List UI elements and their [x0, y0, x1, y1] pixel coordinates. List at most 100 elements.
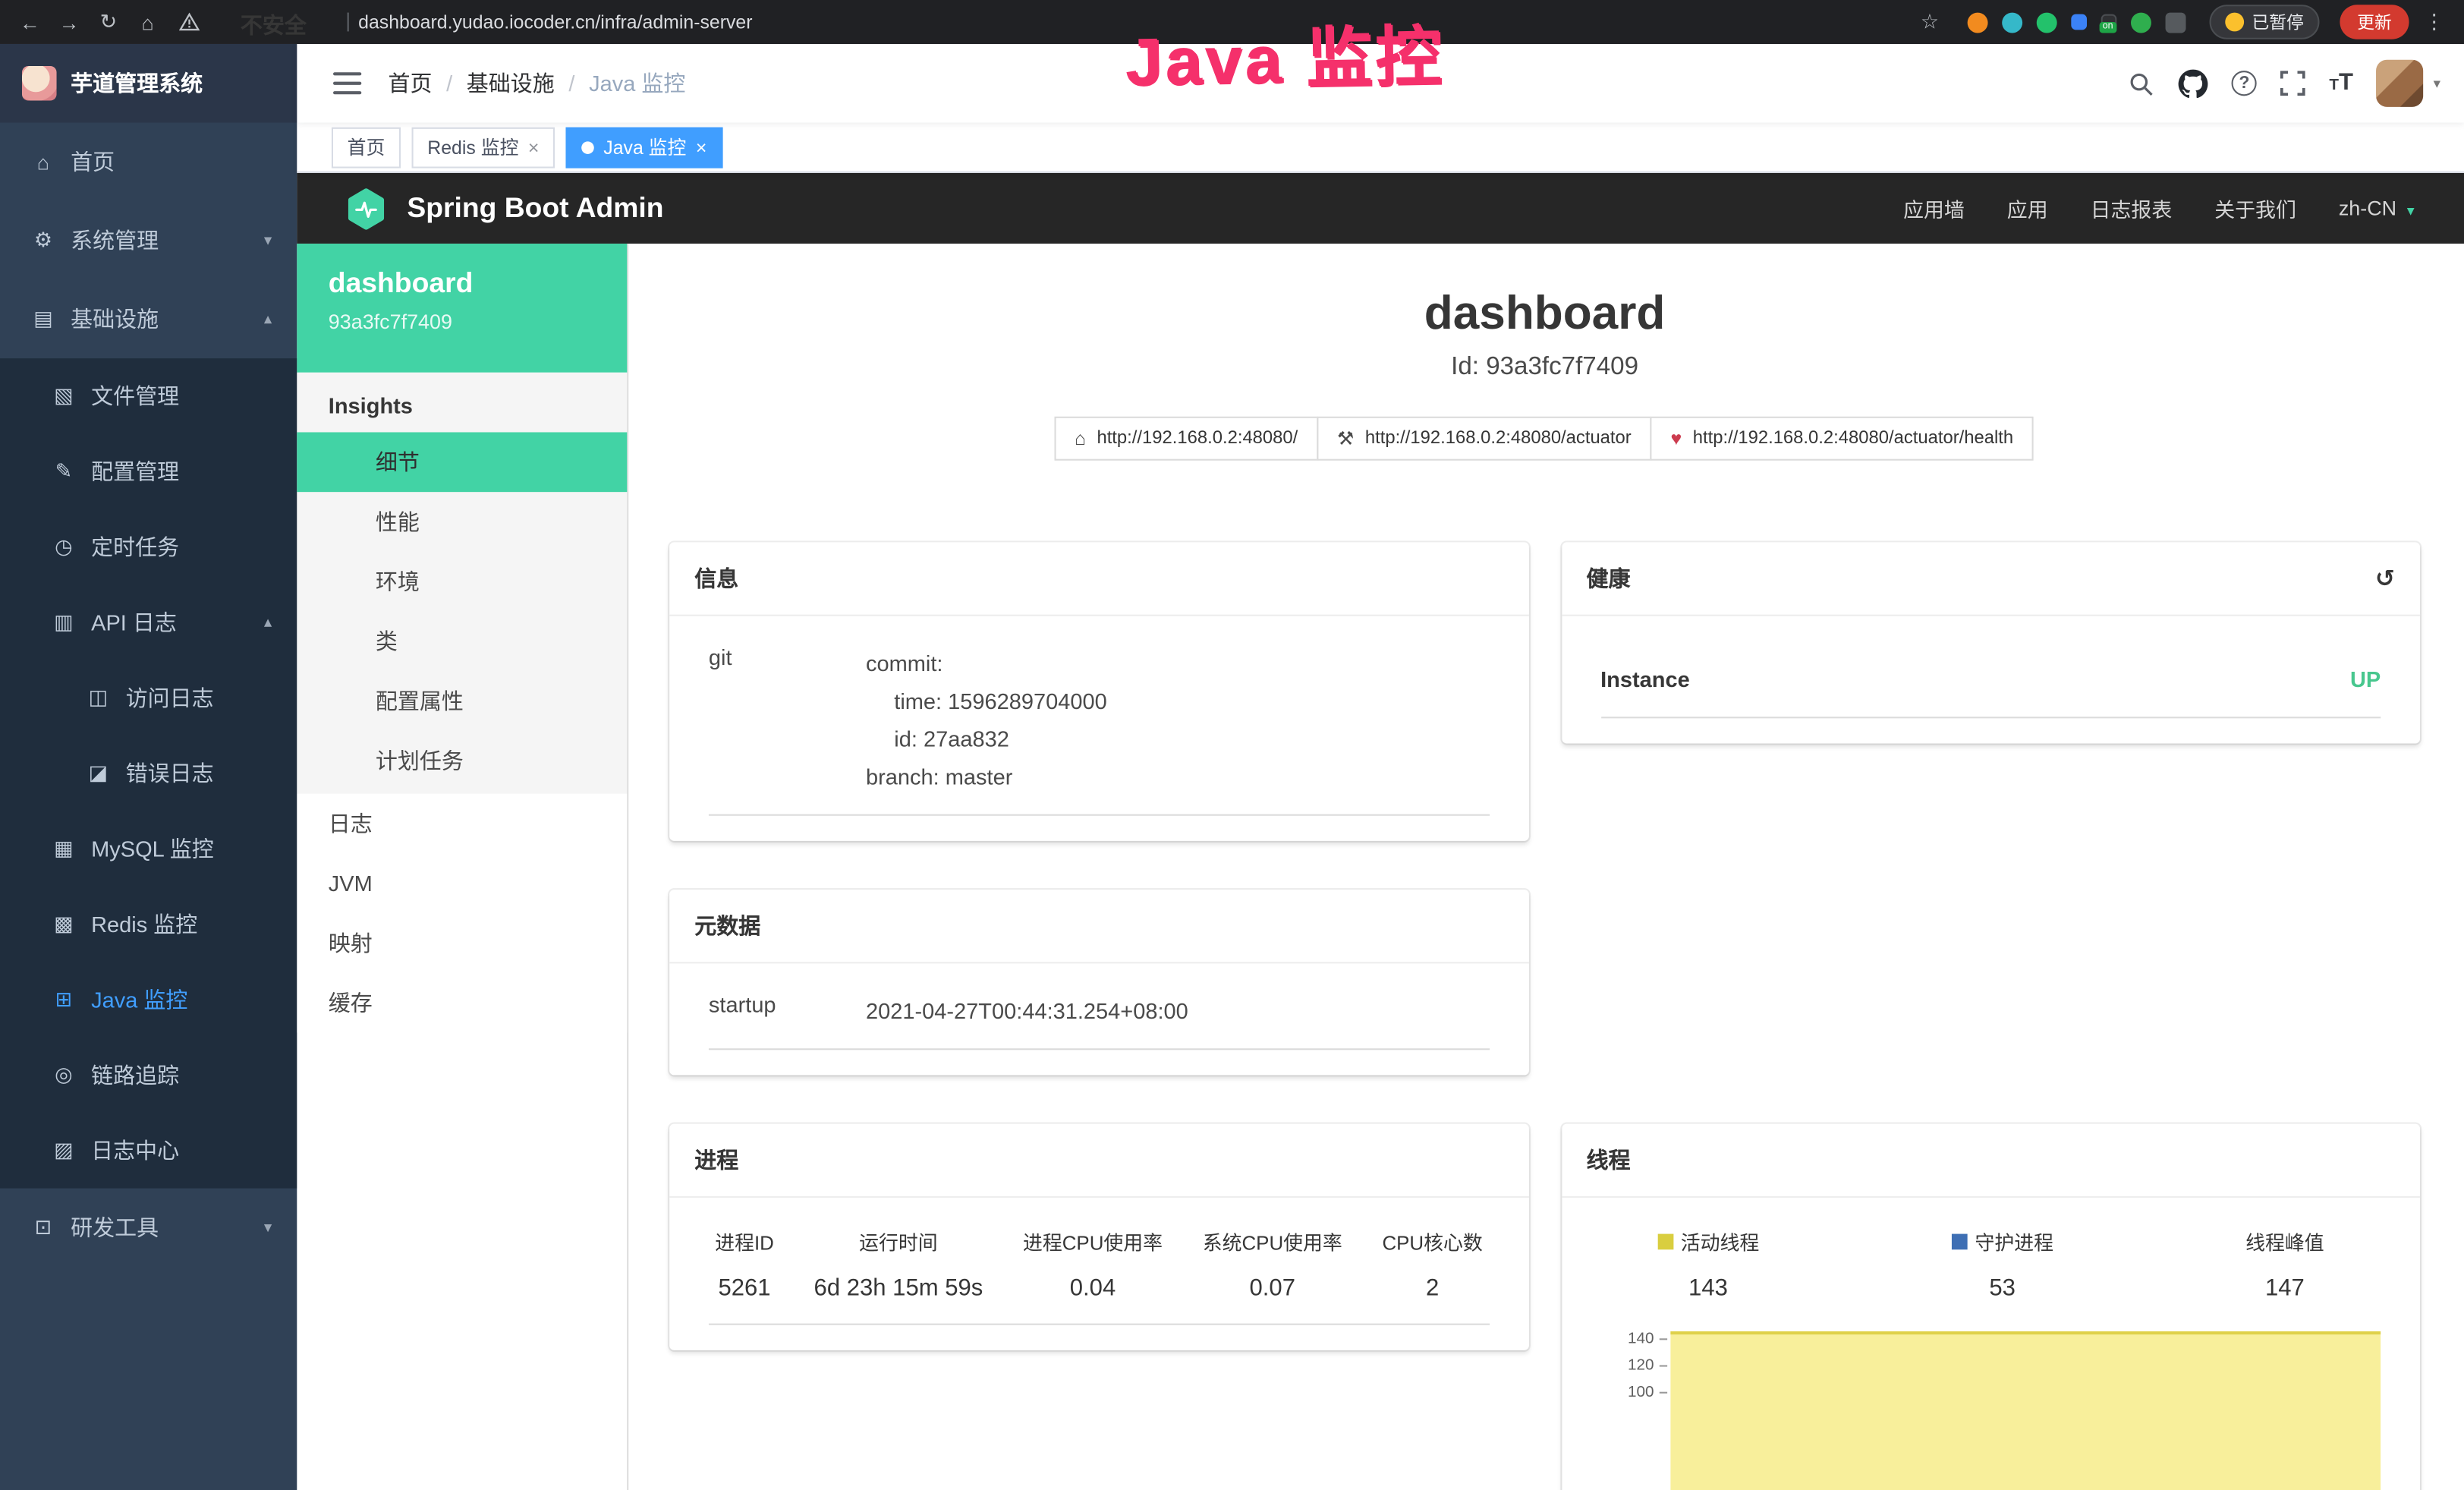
- font-size-icon[interactable]: [2329, 69, 2353, 97]
- sidebar-item-devtools[interactable]: ⊡ 研发工具: [0, 1189, 297, 1268]
- sba-frame: Spring Boot Admin 应用墙 应用 日志报表 关于我们 zh-CN: [297, 173, 2464, 1490]
- sidebar-item-java-monitor[interactable]: ⊞ Java 监控: [0, 962, 297, 1037]
- sba-nav-journal[interactable]: 日志报表: [2091, 194, 2173, 223]
- divider: [348, 13, 349, 32]
- github-icon[interactable]: [2179, 68, 2208, 98]
- metadata-card: 元数据 startup 2021-04-27T00:44:31.254+08:0…: [669, 890, 1528, 1075]
- extension-icon[interactable]: [1968, 12, 1988, 33]
- app-logo-row[interactable]: 芋道管理系统: [0, 44, 297, 123]
- table-row[interactable]: Instance UP: [1600, 654, 2381, 718]
- sba-instance-id: 93a3fc7f7409: [329, 310, 596, 333]
- threads-card: 线程 活动线程 1: [1561, 1124, 2420, 1490]
- tag-java-monitor[interactable]: Java 监控: [566, 127, 722, 168]
- user-menu[interactable]: [2377, 60, 2440, 107]
- metadata-key: startup: [709, 992, 866, 1030]
- avatar[interactable]: [2377, 60, 2424, 107]
- extension-icon[interactable]: [2002, 12, 2022, 33]
- warning-icon: [179, 13, 200, 32]
- bookmark-star-icon[interactable]: [1915, 8, 1943, 36]
- sba-item-logfile[interactable]: 日志: [297, 794, 627, 854]
- gear-icon: ⚙: [31, 228, 55, 253]
- back-icon[interactable]: [16, 8, 44, 36]
- process-card-body: 进程ID 5261 运行时间 6d 23h 15m 59s: [669, 1198, 1528, 1350]
- threads-legend: 活动线程 143 守护进程: [1600, 1226, 2381, 1301]
- live-threads-area: [1669, 1331, 2381, 1490]
- sidebar-item-file[interactable]: ▧ 文件管理: [0, 358, 297, 433]
- sidebar-item-redis[interactable]: ▩ Redis 监控: [0, 887, 297, 962]
- sba-nav-wall[interactable]: 应用墙: [1903, 194, 1965, 223]
- sidebar-item-infra[interactable]: ▤ 基础设施: [0, 280, 297, 359]
- sidebar-item-job[interactable]: ◷ 定时任务: [0, 509, 297, 584]
- sba-locale-select[interactable]: zh-CN: [2339, 197, 2417, 220]
- forward-icon[interactable]: [55, 8, 83, 36]
- sidebar-item-log-center[interactable]: ▨ 日志中心: [0, 1113, 297, 1188]
- legend-swatch-yellow: [1657, 1233, 1673, 1249]
- chrome-menu-icon[interactable]: [2420, 8, 2448, 36]
- sba-item-classes[interactable]: 类: [297, 612, 627, 672]
- chrome-update-button[interactable]: 更新: [2340, 5, 2409, 39]
- paused-label: 已暂停: [2252, 9, 2303, 34]
- link-health-url[interactable]: ♥ http://192.168.0.2:48080/actuator/heal…: [1651, 417, 2034, 461]
- search-icon[interactable]: [2128, 70, 2154, 96]
- sba-item-scheduled[interactable]: 计划任务: [297, 731, 627, 791]
- process-table: 进程ID 5261 运行时间 6d 23h 15m 59s: [709, 1226, 1489, 1325]
- sidebar-item-trace[interactable]: ◎ 链路追踪: [0, 1038, 297, 1113]
- infra-icon: ▤: [31, 307, 55, 332]
- sba-nav: 应用墙 应用 日志报表 关于我们 zh-CN: [1903, 194, 2417, 223]
- extension-icon[interactable]: [2071, 14, 2087, 30]
- redis-icon: ▩: [52, 912, 75, 937]
- paused-profile-badge[interactable]: 已暂停: [2210, 5, 2320, 39]
- help-icon[interactable]: [2232, 71, 2257, 96]
- browser-home-icon[interactable]: [134, 8, 162, 36]
- sba-instance-header[interactable]: dashboard 93a3fc7f7409: [297, 244, 627, 373]
- sba-item-configprops[interactable]: 配置属性: [297, 671, 627, 731]
- tag-home[interactable]: 首页: [332, 127, 401, 168]
- sba-item-env[interactable]: 环境: [297, 552, 627, 612]
- sba-nav-applications[interactable]: 应用: [2007, 194, 2048, 223]
- infra-submenu: ▧ 文件管理 ✎ 配置管理 ◷ 定时任务 ▥ API 日志 ◫: [0, 358, 297, 1188]
- url-text[interactable]: dashboard.yudao.iocoder.cn/infra/admin-s…: [358, 11, 752, 33]
- sba-item-jvm[interactable]: JVM: [297, 853, 627, 913]
- info-card-header: 信息: [669, 542, 1528, 616]
- tag-redis-monitor[interactable]: Redis 监控: [412, 127, 555, 168]
- close-icon[interactable]: [528, 136, 540, 158]
- clock-icon: ◷: [52, 534, 75, 559]
- extension-icon[interactable]: on: [2101, 14, 2117, 30]
- breadcrumb-section[interactable]: 基础设施: [467, 68, 555, 99]
- sba-item-details[interactable]: 细节: [297, 432, 627, 492]
- sidebar-item-api-log[interactable]: ▥ API 日志: [0, 584, 297, 660]
- threads-card-header: 线程: [1561, 1124, 2420, 1198]
- sidebar-item-home[interactable]: 首页: [0, 123, 297, 202]
- link-service-url[interactable]: ⌂ http://192.168.0.2:48080/: [1054, 417, 1318, 461]
- threads-card-body: 活动线程 143 守护进程: [1561, 1198, 2420, 1490]
- extension-icon[interactable]: [2131, 12, 2151, 33]
- sba-brand[interactable]: Spring Boot Admin: [407, 192, 663, 225]
- fullscreen-icon[interactable]: [2280, 71, 2305, 96]
- sidebar-item-mysql[interactable]: ▦ MySQL 监控: [0, 811, 297, 887]
- sba-item-metrics[interactable]: 性能: [297, 492, 627, 552]
- puzzle-extension-icon[interactable]: [2166, 12, 2186, 33]
- process-col-cores: CPU核心数 2: [1382, 1226, 1482, 1301]
- info-key: git: [709, 644, 866, 795]
- sba-item-mappings[interactable]: 映射: [297, 913, 627, 973]
- table-row: startup 2021-04-27T00:44:31.254+08:00: [709, 992, 1489, 1051]
- close-icon[interactable]: [696, 136, 707, 158]
- sidebar-item-error-log[interactable]: ◪ 错误日志: [0, 736, 297, 811]
- hamburger-icon[interactable]: [333, 72, 361, 94]
- sba-item-caches[interactable]: 缓存: [297, 973, 627, 1033]
- sba-nav-about[interactable]: 关于我们: [2214, 194, 2296, 223]
- link-actuator-url[interactable]: ⚒ http://192.168.0.2:48080/actuator: [1317, 417, 1652, 461]
- history-refresh-icon[interactable]: [2375, 564, 2395, 592]
- sidebar-item-access-log[interactable]: ◫ 访问日志: [0, 660, 297, 736]
- breadcrumb: 首页 / 基础设施 / Java 监控: [388, 68, 685, 99]
- screen: 不安全 dashboard.yudao.iocoder.cn/infra/adm…: [0, 0, 2464, 1490]
- sidebar-item-config[interactable]: ✎ 配置管理: [0, 434, 297, 509]
- java-monitor-icon: ⊞: [52, 987, 75, 1012]
- health-card-header: 健康: [1561, 542, 2420, 616]
- reload-icon[interactable]: [94, 8, 122, 36]
- process-col-uptime: 运行时间 6d 23h 15m 59s: [814, 1226, 983, 1301]
- breadcrumb-home[interactable]: 首页: [388, 68, 432, 99]
- error-log-icon: ◪: [87, 761, 110, 786]
- extension-icon[interactable]: [2037, 12, 2057, 33]
- sidebar-item-system[interactable]: ⚙ 系统管理: [0, 201, 297, 280]
